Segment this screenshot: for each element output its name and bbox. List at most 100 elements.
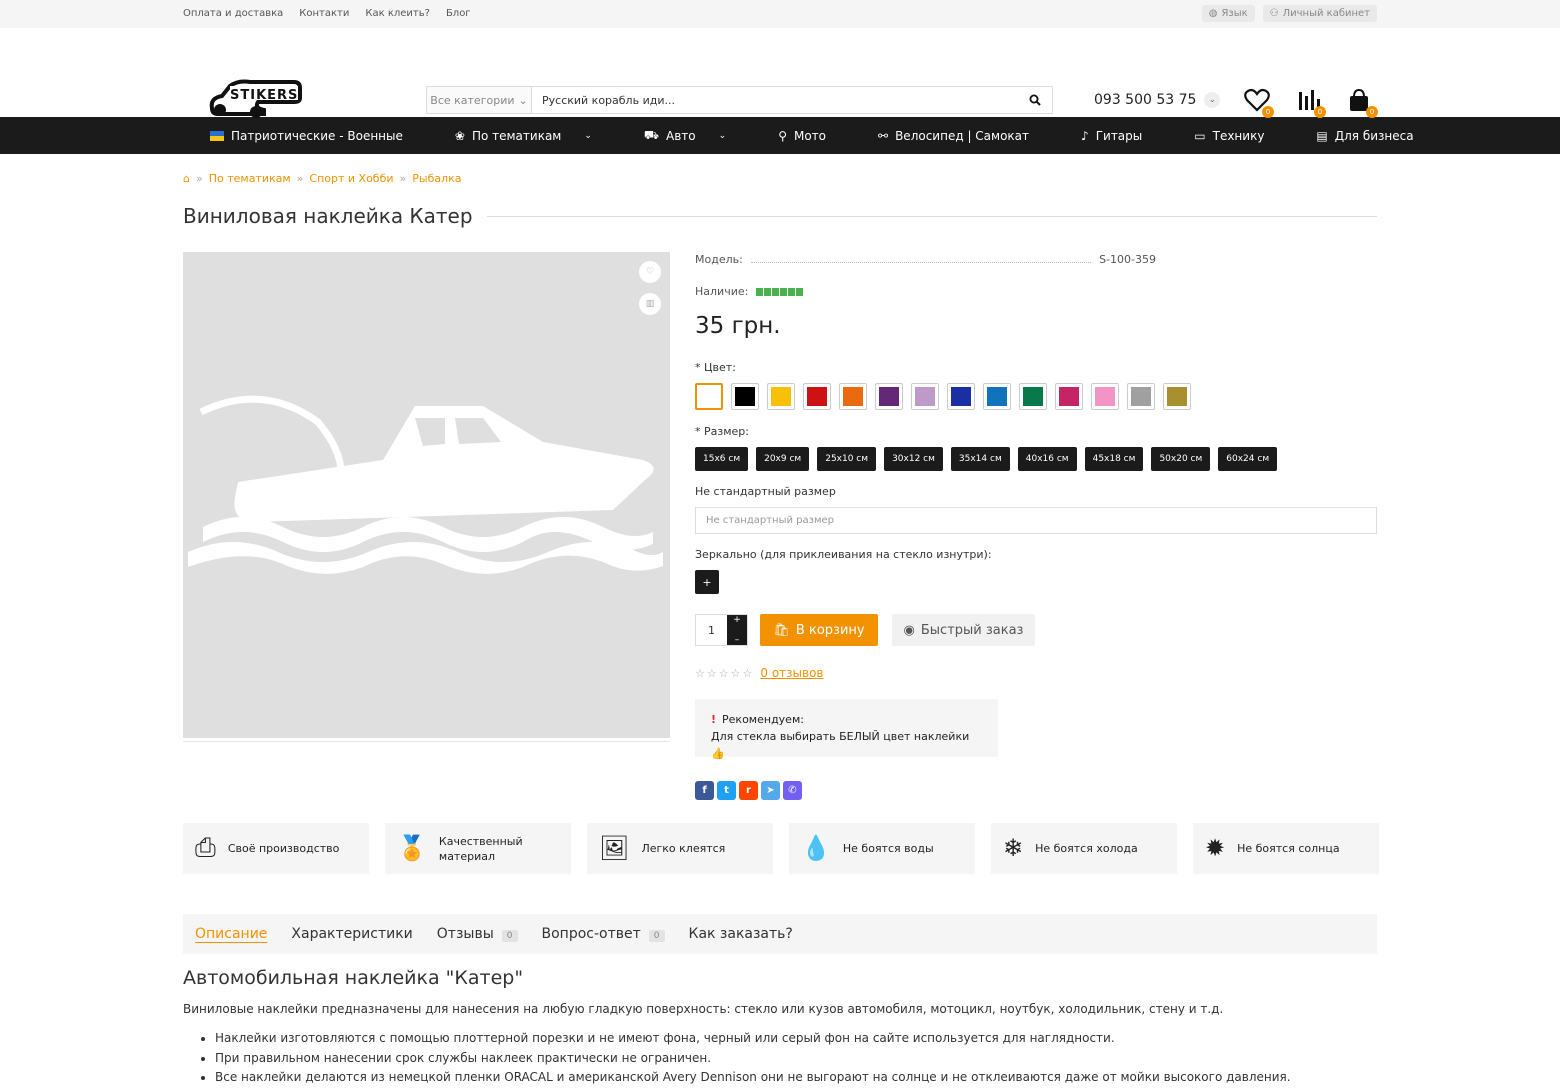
- link-blog[interactable]: Блог: [446, 8, 471, 19]
- logo[interactable]: STIKERS: [208, 78, 302, 120]
- page-title: Виниловая наклейка Катер: [183, 204, 1377, 228]
- breadcrumb-item[interactable]: По тематикам: [209, 172, 291, 185]
- size-option[interactable]: 35x14 см: [950, 447, 1010, 471]
- description-list: Наклейки изготовляются с помощью плоттер…: [215, 1029, 1291, 1088]
- tab-description[interactable]: Описание: [195, 926, 267, 942]
- chevron-down-icon: ⌄: [718, 130, 727, 141]
- color-fill: [771, 387, 791, 406]
- link-how-to-apply[interactable]: Как клеить?: [365, 8, 430, 19]
- tab-qa[interactable]: Вопрос-ответ 0: [542, 926, 665, 942]
- size-option[interactable]: 45x18 см: [1084, 447, 1144, 471]
- twitter-icon[interactable]: t: [717, 781, 736, 800]
- custom-size-input[interactable]: Не стандартный размер: [695, 507, 1377, 534]
- size-option[interactable]: 20x9 см: [756, 447, 810, 471]
- compare-icon[interactable]: 0: [1296, 88, 1326, 118]
- list-item: Все наклейки делаются из немецкой пленки…: [215, 1068, 1291, 1088]
- feature-card: ✹ Не боятся солнца: [1193, 823, 1379, 874]
- reddit-icon[interactable]: r: [739, 781, 758, 800]
- minus-icon[interactable]: –: [735, 635, 740, 645]
- color-swatch[interactable]: [767, 383, 795, 410]
- user-icon: ⚇: [1269, 8, 1279, 19]
- nav-item-guitars[interactable]: ♪ Гитары: [1081, 117, 1142, 154]
- feature-card: 💧 Не боятся воды: [789, 823, 975, 874]
- breadcrumb-item[interactable]: Спорт и Хобби: [309, 172, 393, 185]
- size-option[interactable]: 30x12 см: [884, 447, 943, 471]
- link-contacts[interactable]: Контакти: [299, 8, 349, 19]
- home-icon[interactable]: ⌂: [183, 172, 190, 185]
- top-bar: Оплата и доставка Контакти Как клеить? Б…: [0, 0, 1560, 28]
- size-options: 15x6 см 20x9 см 25x10 см 30x12 см 35x14 …: [695, 447, 1278, 471]
- color-swatch[interactable]: [1163, 383, 1191, 410]
- viber-icon[interactable]: ✆: [783, 781, 802, 800]
- breadcrumb-item[interactable]: Рыбалка: [412, 172, 461, 185]
- mirror-toggle-button[interactable]: +: [695, 570, 719, 594]
- quantity-input[interactable]: 1: [696, 615, 727, 645]
- size-option[interactable]: 15x6 см: [695, 447, 749, 471]
- account-button[interactable]: ⚇ Личный кабинет: [1262, 5, 1377, 22]
- snowflake-icon: ❄: [1003, 834, 1024, 862]
- color-swatch[interactable]: [983, 383, 1011, 410]
- tab-reviews[interactable]: Отзывы 0: [437, 926, 518, 942]
- rating-row: ☆ ☆ ☆ ☆ ☆ 0 отзывов: [695, 666, 824, 680]
- search-icon[interactable]: [1018, 94, 1052, 106]
- main-nav: Патриотические - Военные ❀ По тематикам ⌄ …: [0, 117, 1560, 154]
- exclamation-icon: !: [711, 713, 717, 726]
- size-option[interactable]: 40x16 см: [1017, 447, 1077, 471]
- count-badge: 0: [648, 930, 665, 942]
- chevron-down-icon: ⌄: [1204, 92, 1221, 108]
- image-wishlist-icon[interactable]: ♡: [639, 261, 661, 283]
- size-option[interactable]: 25x10 см: [817, 447, 877, 471]
- cart-icon[interactable]: 0: [1348, 88, 1378, 118]
- color-swatch[interactable]: [1127, 383, 1155, 410]
- chevron-down-icon: ⌄: [518, 93, 528, 107]
- language-button[interactable]: ◍ Язык: [1201, 5, 1255, 22]
- plus-icon[interactable]: +: [733, 615, 741, 625]
- color-swatch[interactable]: [1019, 383, 1047, 410]
- telegram-icon[interactable]: ➤: [761, 781, 780, 800]
- tab-how-to-order[interactable]: Как заказать?: [689, 926, 793, 942]
- wishlist-icon[interactable]: 0: [1244, 88, 1274, 118]
- reviews-link[interactable]: 0 отзывов: [760, 666, 823, 680]
- nav-item-tech[interactable]: ▭ Технику: [1194, 117, 1264, 154]
- add-to-cart-button[interactable]: 🛍 В корзину: [760, 614, 878, 646]
- logo-text: STIKERS: [230, 88, 299, 103]
- nav-item-patriotic[interactable]: Патриотические - Военные: [210, 117, 403, 154]
- sun-icon: ✹: [1205, 834, 1226, 862]
- search-bar: Все категории ⌄ Русский корабль иди...: [426, 86, 1053, 114]
- color-swatch[interactable]: [731, 383, 759, 410]
- compare-badge: 0: [1314, 106, 1326, 118]
- model-row: Модель: S-100-359: [695, 253, 1156, 266]
- color-swatch[interactable]: [1091, 383, 1119, 410]
- size-option[interactable]: 50x20 см: [1151, 447, 1211, 471]
- category-select[interactable]: Все категории ⌄: [427, 87, 532, 113]
- tab-specs[interactable]: Характеристики: [291, 926, 412, 942]
- nav-item-business[interactable]: ▤ Для бизнеса: [1316, 117, 1413, 154]
- chevron-down-icon: ⌄: [584, 130, 592, 141]
- nav-item-themes[interactable]: ❀ По тематикам ⌄: [455, 117, 592, 154]
- size-option[interactable]: 60x24 см: [1218, 447, 1278, 471]
- image-compare-icon[interactable]: ▥: [639, 293, 661, 315]
- color-fill: [807, 387, 827, 406]
- color-swatch[interactable]: [1055, 383, 1083, 410]
- nav-item-moto[interactable]: ⚲ Мото: [778, 117, 826, 154]
- search-input[interactable]: Русский корабль иди...: [532, 94, 1018, 107]
- color-swatch[interactable]: [803, 383, 831, 410]
- list-item: При правильном нанесении срок службы нак…: [215, 1049, 1291, 1069]
- color-swatch[interactable]: [911, 383, 939, 410]
- image-icon: 🖼: [599, 834, 630, 862]
- color-swatch[interactable]: [875, 383, 903, 410]
- facebook-icon[interactable]: f: [695, 781, 714, 800]
- nav-item-bicycle[interactable]: ⚯ Велосипед | Самокат: [878, 117, 1029, 154]
- availability-indicator: [756, 287, 804, 296]
- link-payment-delivery[interactable]: Оплата и доставка: [183, 8, 283, 19]
- title-divider: [486, 215, 1377, 217]
- nav-item-auto[interactable]: ⛟ Авто ⌄: [644, 117, 726, 154]
- color-swatch[interactable]: [695, 383, 723, 410]
- phone[interactable]: 093 500 53 75 ⌄: [1094, 92, 1221, 108]
- product-image[interactable]: ♡ ▥: [183, 252, 670, 738]
- laptop-icon: ▭: [1194, 128, 1206, 143]
- quick-order-button[interactable]: ◉ Быстрый заказ: [892, 614, 1035, 646]
- color-swatches: [695, 383, 1191, 410]
- color-swatch[interactable]: [947, 383, 975, 410]
- color-swatch[interactable]: [839, 383, 867, 410]
